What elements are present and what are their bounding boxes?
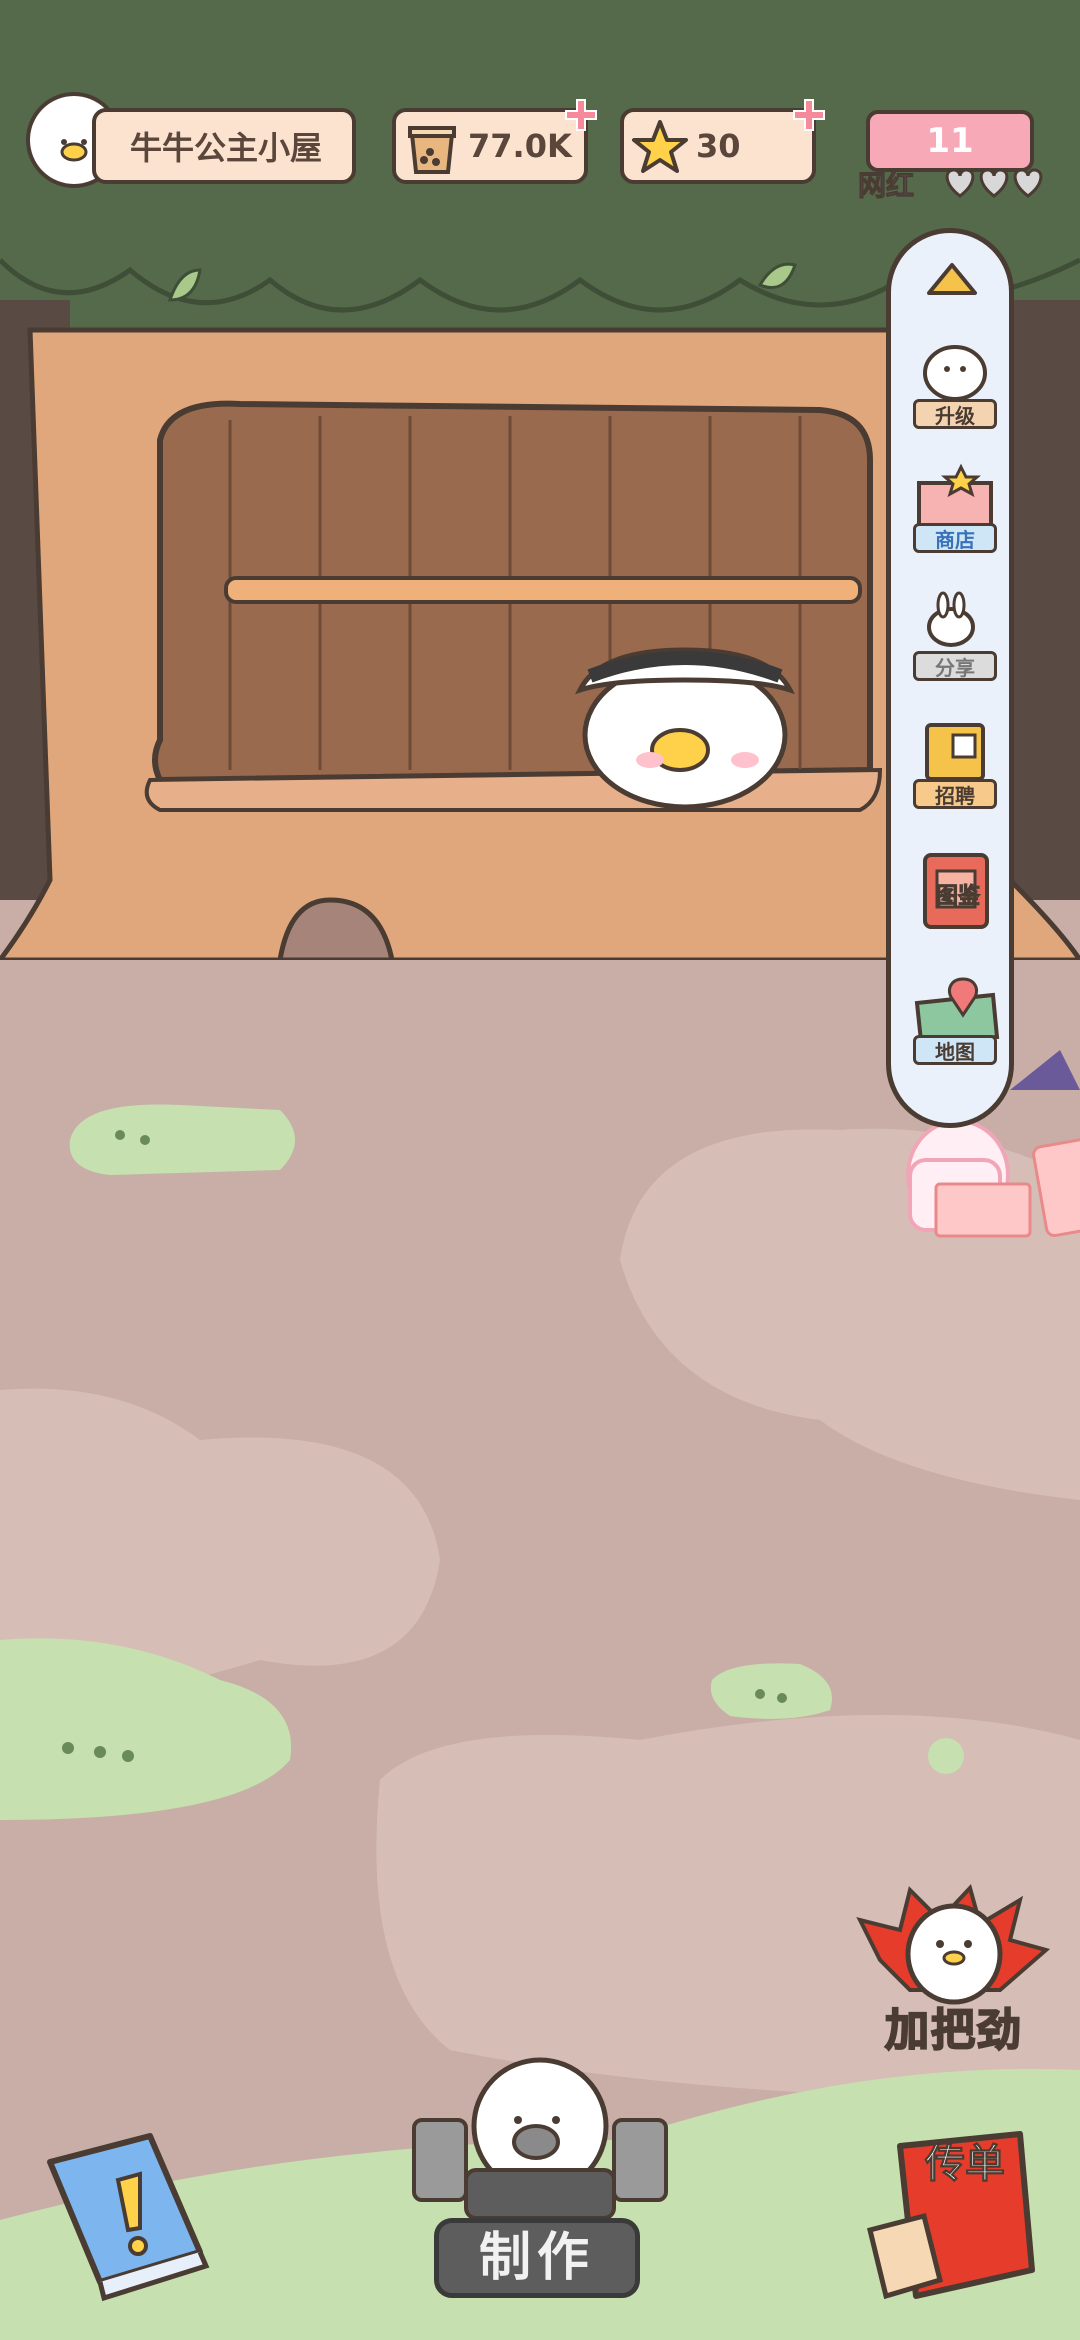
tea-count: 77.0K [468,127,572,165]
menu-collection-label: 图鉴 [935,884,980,910]
menu-shop-label: 商店 [913,523,997,553]
exclamation-book-icon [47,2133,210,2302]
duck-barista-icon [412,2057,668,2220]
energy-count: 11 [926,121,974,161]
side-menu: 升级 商店 分享 招聘 地图 [886,228,1014,1128]
menu-recruit-label: 招聘 [913,779,997,809]
cheer-label[interactable]: 加把劲 [866,1994,1042,2057]
rabbit-share-icon [927,591,975,647]
cheering-duck-icon [856,1884,1051,2005]
influencer-hearts-row: 网红 [857,160,1048,206]
star-count: 30 [696,127,741,165]
shop-name-text: 牛牛公主小屋 [130,129,323,167]
menu-shop-button[interactable]: 商店 [903,461,1007,561]
map-pin-icon [914,977,1000,1043]
menu-share-label: 分享 [913,651,997,681]
flyer-label[interactable]: 传单 [910,2140,1020,2240]
add-star-icon[interactable] [792,98,826,132]
hearts-icon [945,168,1043,198]
guide-book-button[interactable] [40,2132,220,2302]
bubble-tea-icon [408,126,456,174]
star-currency-panel[interactable]: 30 [620,99,825,184]
add-tea-icon[interactable] [564,98,598,132]
menu-upgrade-label: 升级 [913,399,997,429]
shop-name-panel[interactable]: 牛牛公主小屋 [92,108,356,184]
collapse-menu-icon[interactable] [925,259,979,299]
duck-upgrade-icon [923,345,987,401]
influencer-label: 网红 [857,169,915,203]
make-label[interactable]: 制作 [434,2218,640,2298]
shop-icon [917,463,993,529]
tea-currency-panel[interactable]: 77.0K [392,99,597,184]
menu-upgrade-button[interactable]: 升级 [903,337,1007,437]
menu-recruit-button[interactable]: 招聘 [903,717,1007,817]
menu-map-button[interactable]: 地图 [903,973,1007,1073]
star-icon [632,120,688,173]
recruit-poster-icon [925,723,985,781]
menu-share-button[interactable]: 分享 [903,589,1007,689]
menu-map-label: 地图 [913,1035,997,1065]
